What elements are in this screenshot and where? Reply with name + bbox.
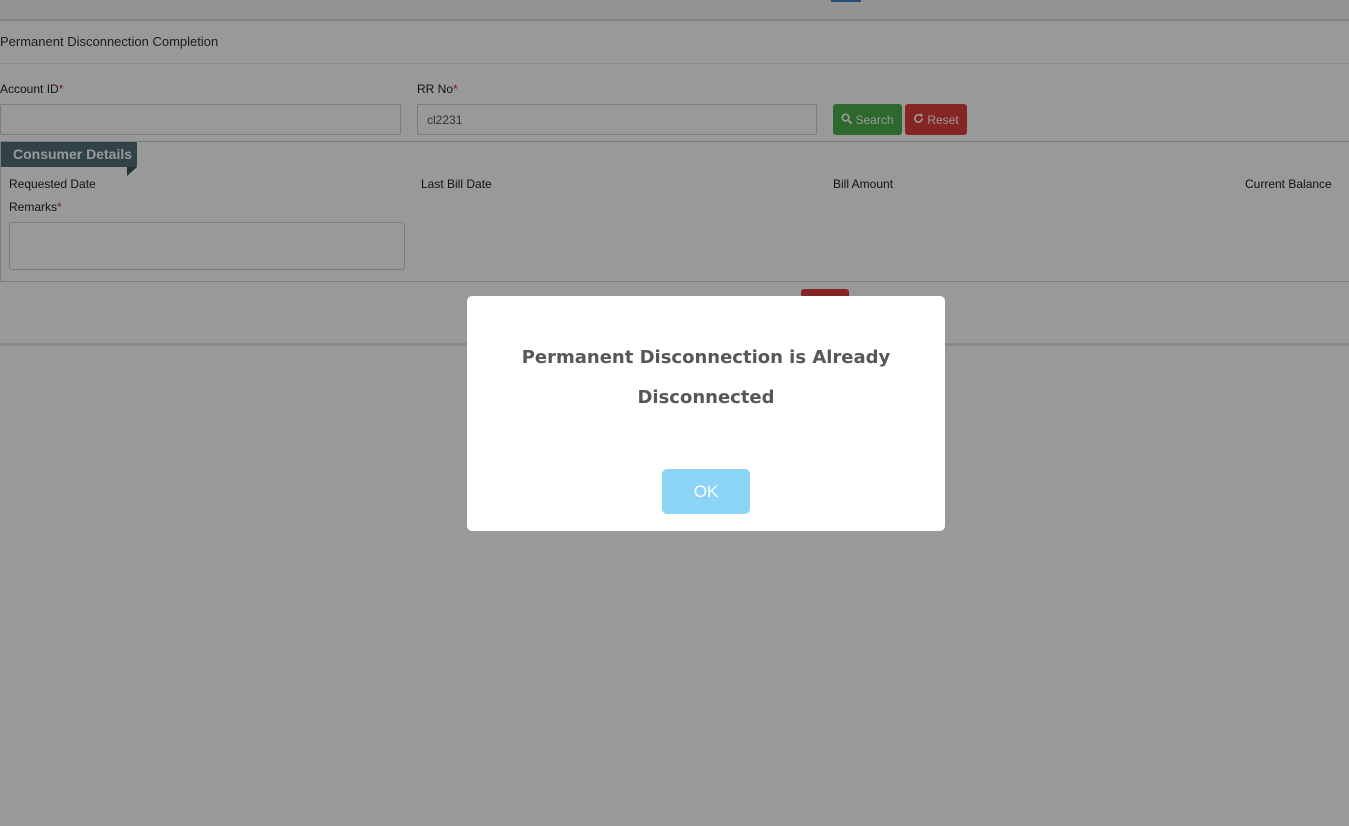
alert-dialog: Permanent Disconnection is Already Disco…	[467, 296, 945, 531]
page: Permanent Disconnection Completion Accou…	[0, 0, 1349, 826]
alert-message: Permanent Disconnection is Already Disco…	[521, 347, 891, 408]
ok-button[interactable]: OK	[662, 469, 750, 514]
